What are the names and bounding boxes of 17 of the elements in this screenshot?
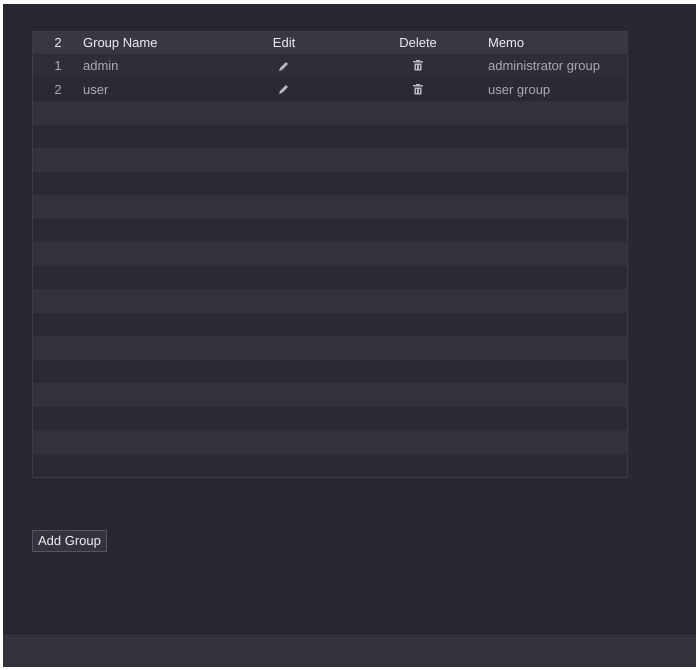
table-cell-text: user — [83, 80, 110, 98]
pencil-icon[interactable] — [278, 60, 290, 72]
column-header: Edit — [272, 34, 296, 52]
column-header: Group Name — [83, 34, 158, 52]
table-row[interactable]: 1 admin administrator group — [33, 54, 627, 78]
table-cell-text: admin — [83, 57, 120, 75]
column-header: 2 — [54, 34, 62, 52]
table-cell-text: 2 — [54, 80, 62, 98]
trash-icon[interactable] — [413, 84, 423, 95]
column-header: Memo — [488, 34, 526, 52]
pencil-icon[interactable] — [278, 83, 290, 96]
add-group-button[interactable]: Add Group — [32, 530, 107, 552]
column-header: Delete — [399, 34, 437, 52]
table-cell-text: 1 — [54, 57, 62, 75]
trash-icon[interactable] — [413, 60, 423, 72]
table-cell-text: administrator group — [488, 57, 601, 75]
table-cell-text: user group — [488, 80, 552, 99]
